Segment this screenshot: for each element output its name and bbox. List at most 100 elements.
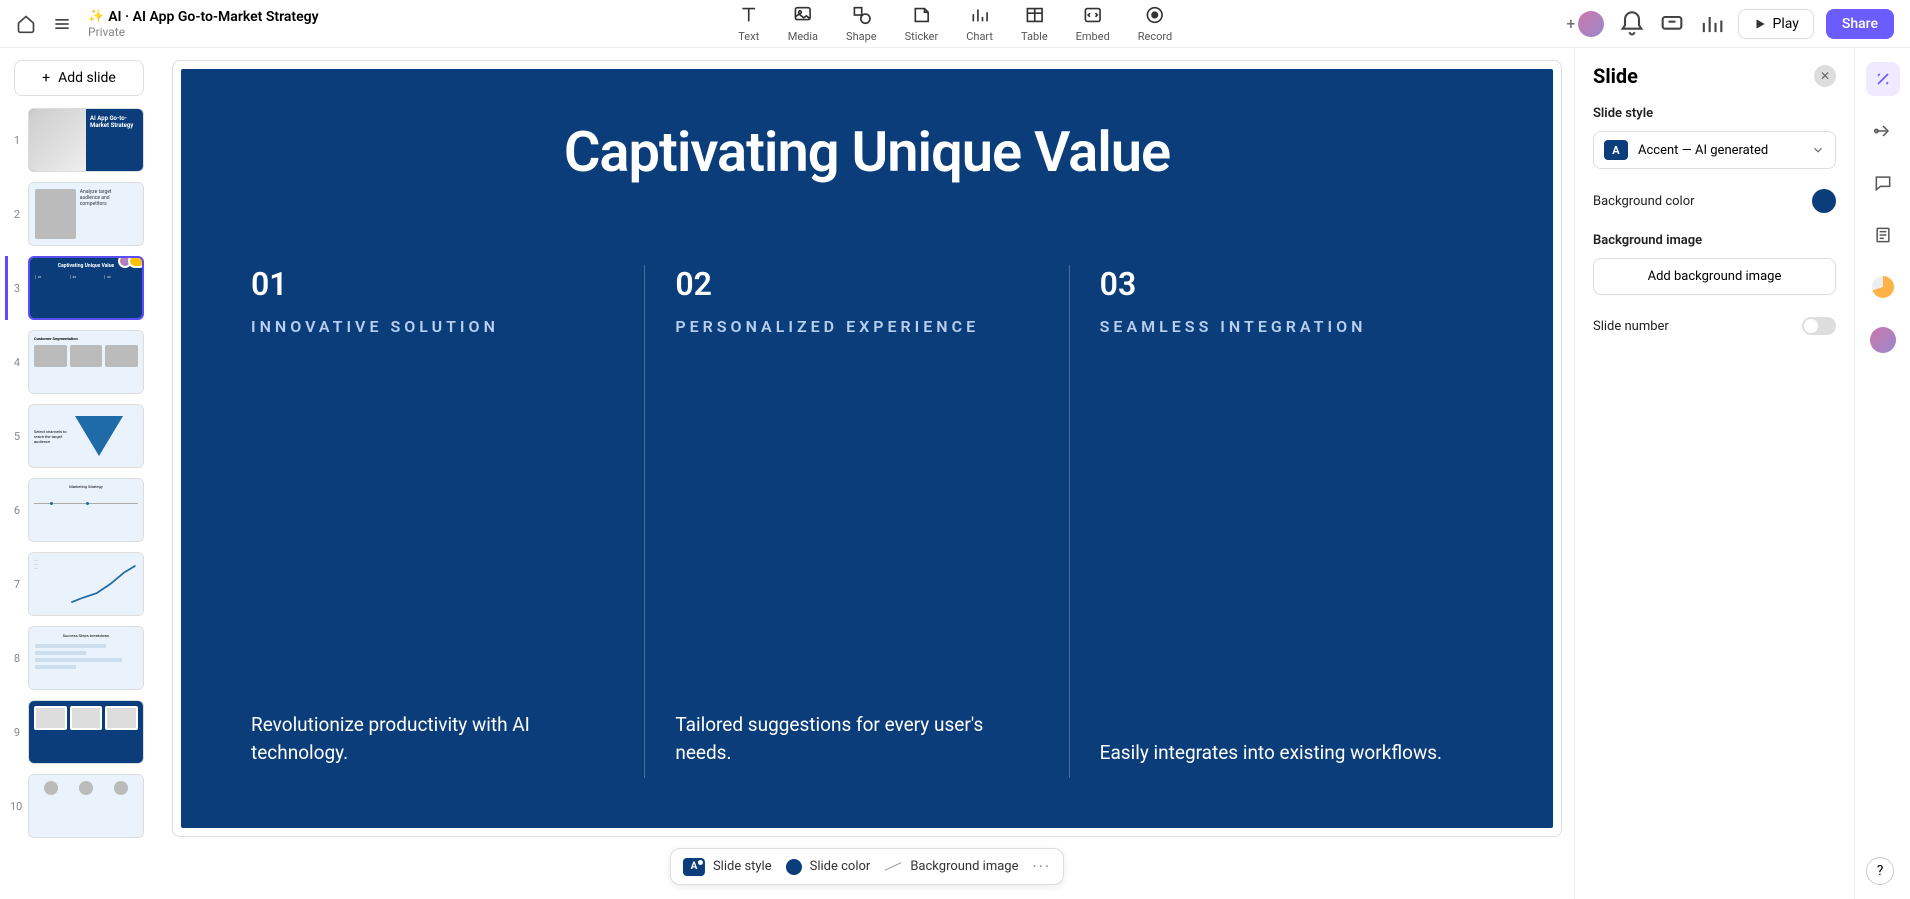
col-body: Easily integrates into existing workflow…: [1100, 739, 1463, 778]
col-number: 01: [251, 265, 614, 303]
add-slide-button[interactable]: + Add slide: [14, 60, 144, 96]
tool-chart-label: Chart: [966, 30, 993, 43]
col-heading: PERSONALIZED EXPERIENCE: [675, 317, 1038, 336]
chevron-down-icon: [1811, 143, 1825, 157]
tool-sticker[interactable]: Sticker: [905, 4, 939, 43]
avatar-icon: [1578, 11, 1604, 37]
topbar: ✨ AI · AI App Go-to-Market Strategy Priv…: [0, 0, 1910, 48]
tool-embed[interactable]: Embed: [1076, 4, 1110, 43]
bg-image-label: Background image: [1593, 233, 1836, 248]
slide-thumb-9[interactable]: [28, 700, 144, 764]
line-icon: [885, 862, 902, 871]
slide-column-1[interactable]: 01 INNOVATIVE SOLUTION Revolutionize pro…: [241, 265, 644, 778]
tool-table[interactable]: Table: [1021, 4, 1048, 43]
background-image-button[interactable]: Background image: [884, 859, 1018, 874]
background-image-label: Background image: [910, 859, 1018, 874]
tool-chart[interactable]: Chart: [966, 4, 993, 43]
thumb-num: 8: [10, 652, 20, 665]
slide-column-2[interactable]: 02 PERSONALIZED EXPERIENCE Tailored sugg…: [644, 265, 1068, 778]
add-background-image-button[interactable]: Add background image: [1593, 258, 1836, 295]
slide-color-button[interactable]: Slide color: [786, 859, 871, 875]
hamburger-icon[interactable]: [52, 14, 72, 34]
credits-icon[interactable]: [1866, 270, 1900, 304]
doc-title[interactable]: ✨ AI · AI App Go-to-Market Strategy: [88, 9, 319, 25]
more-options-button[interactable]: ···: [1033, 857, 1052, 876]
notes-icon[interactable]: [1866, 218, 1900, 252]
panel-title: Slide: [1593, 64, 1638, 88]
analytics-icon[interactable]: [1698, 10, 1726, 38]
play-label: Play: [1773, 16, 1799, 32]
slide-style-label: Slide style: [713, 859, 772, 874]
ai-tools-icon[interactable]: [1866, 62, 1900, 96]
tool-media-label: Media: [788, 30, 818, 43]
style-chip-icon: A: [1604, 140, 1628, 160]
add-slide-label: Add slide: [58, 70, 116, 86]
slide-column-3[interactable]: 03 SEAMLESS INTEGRATION Easily integrate…: [1069, 265, 1493, 778]
share-button[interactable]: Share: [1826, 9, 1894, 39]
home-icon[interactable]: [16, 14, 36, 34]
slide-properties-panel: Slide ✕ Slide style A Accent — AI genera…: [1574, 48, 1854, 899]
slide-thumb-4[interactable]: Customer Segmentation: [28, 330, 144, 394]
thumb-num: 4: [10, 356, 20, 369]
slide-color-label: Slide color: [810, 859, 871, 874]
slide-style-section-label: Slide style: [1593, 106, 1836, 121]
col-body: Tailored suggestions for every user's ne…: [675, 711, 1038, 778]
tool-record-label: Record: [1138, 30, 1172, 43]
slide-bottom-toolbar: A Slide style Slide color Background ima…: [670, 848, 1064, 885]
user-avatar[interactable]: [1866, 322, 1900, 356]
tool-media[interactable]: Media: [788, 4, 818, 43]
notifications-icon[interactable]: [1618, 10, 1646, 38]
present-settings-icon[interactable]: [1658, 10, 1686, 38]
slide-thumb-7[interactable]: ···············: [28, 552, 144, 616]
slide-number-toggle[interactable]: [1802, 317, 1836, 335]
col-number: 02: [675, 265, 1038, 303]
plus-icon: +: [42, 70, 50, 86]
slide-thumb-1[interactable]: AI App Go-to-Market Strategy: [28, 108, 144, 172]
doc-privacy[interactable]: Private: [88, 25, 319, 39]
tool-text-label: Text: [738, 30, 759, 43]
slide-canvas[interactable]: Captivating Unique Value 01 INNOVATIVE S…: [181, 69, 1553, 828]
doc-info: ✨ AI · AI App Go-to-Market Strategy Priv…: [88, 9, 319, 39]
slide-thumb-3[interactable]: Captivating Unique Value010203: [28, 256, 144, 320]
tool-shape[interactable]: Shape: [846, 4, 877, 43]
tool-record[interactable]: Record: [1138, 4, 1172, 43]
bg-color-swatch[interactable]: [1812, 189, 1836, 213]
color-swatch-icon: [786, 859, 802, 875]
col-heading: SEAMLESS INTEGRATION: [1100, 317, 1463, 336]
thumb-num: 10: [10, 800, 20, 813]
slide-thumb-6[interactable]: Marketing Strategy: [28, 478, 144, 542]
thumb-num: 2: [10, 208, 20, 221]
sparkle-icon: ✨: [88, 9, 104, 24]
tool-table-label: Table: [1021, 30, 1048, 43]
slide-thumb-8[interactable]: Success Steps breakdown: [28, 626, 144, 690]
tool-text[interactable]: Text: [738, 4, 760, 43]
insert-toolbar: Text Media Shape Sticker Chart Table Emb…: [738, 4, 1173, 43]
tool-embed-label: Embed: [1076, 30, 1110, 43]
transitions-icon[interactable]: [1866, 114, 1900, 148]
help-button[interactable]: ?: [1866, 857, 1894, 885]
col-body: Revolutionize productivity with AI techn…: [251, 711, 614, 778]
thumb-num: 3: [10, 282, 20, 295]
slide-style-select[interactable]: A Accent — AI generated: [1593, 131, 1836, 169]
col-number: 03: [1100, 265, 1463, 303]
bg-color-label: Background color: [1593, 194, 1695, 209]
canvas-area: Captivating Unique Value 01 INNOVATIVE S…: [160, 48, 1574, 899]
thumb-num: 9: [10, 726, 20, 739]
thumb-num: 6: [10, 504, 20, 517]
doc-title-text: AI · AI App Go-to-Market Strategy: [108, 9, 318, 25]
badge-icon: [128, 256, 144, 268]
comments-icon[interactable]: [1866, 166, 1900, 200]
slide-title[interactable]: Captivating Unique Value: [241, 119, 1493, 185]
close-icon[interactable]: ✕: [1814, 65, 1836, 87]
slide-number-label: Slide number: [1593, 319, 1669, 334]
tool-shape-label: Shape: [846, 30, 877, 43]
slide-thumb-5[interactable]: Select channels toreach the targetaudien…: [28, 404, 144, 468]
play-button[interactable]: Play: [1738, 9, 1814, 39]
slide-style-button[interactable]: A Slide style: [683, 858, 772, 876]
thumb-num: 1: [10, 134, 20, 147]
tool-sticker-label: Sticker: [905, 30, 939, 43]
slide-thumb-10[interactable]: [28, 774, 144, 838]
right-rail: [1854, 48, 1910, 899]
add-collaborator-button[interactable]: +: [1564, 9, 1605, 39]
slide-thumb-2[interactable]: Analyze targetaudience andcompetitors: [28, 182, 144, 246]
